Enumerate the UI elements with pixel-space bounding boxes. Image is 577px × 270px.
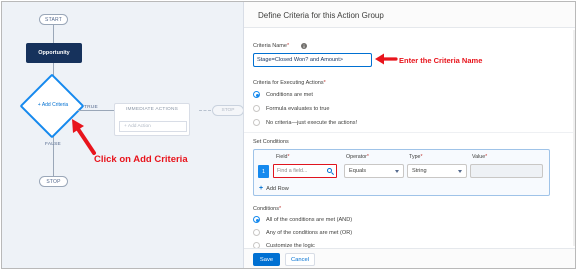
field-search-input[interactable]: Find a field... — [273, 164, 337, 178]
criteria-name-input[interactable]: Stage=Closed Won? and Amount> — [253, 53, 372, 67]
immediate-actions-box: IMMEDIATE ACTIONS + Add Action — [114, 103, 190, 136]
process-canvas: START Opportunity + Add Criteria TRUE FA… — [2, 2, 243, 268]
criteria-name-label: Criteria Name* — [253, 43, 290, 49]
radio-label: Formula evaluates to true — [266, 105, 330, 112]
save-button[interactable]: Save — [253, 253, 280, 266]
column-header-operator: Operator* — [346, 154, 369, 160]
operator-select[interactable]: Equals — [344, 164, 404, 178]
radio-icon[interactable] — [253, 105, 260, 112]
define-criteria-panel: Define Criteria for this Action Group Cr… — [243, 2, 575, 268]
row-number-badge: 1 — [258, 165, 269, 178]
column-header-text: Operator — [346, 154, 367, 160]
red-arrow-icon — [72, 119, 96, 155]
stop-node: STOP — [39, 176, 68, 187]
value-input[interactable] — [470, 164, 543, 178]
immediate-actions-title: IMMEDIATE ACTIONS — [125, 107, 179, 112]
annotation-enter-criteria-name: Enter the Criteria Name — [399, 56, 483, 65]
cancel-button[interactable]: Cancel — [285, 253, 315, 266]
annotation-click-add-criteria: Click on Add Criteria — [94, 154, 188, 165]
radio-all-conditions[interactable]: All of the conditions are met (AND) — [253, 216, 352, 223]
false-branch-label: FALSE — [45, 142, 61, 147]
radio-label: Conditions are met — [266, 91, 313, 98]
search-icon[interactable] — [327, 168, 332, 173]
stop-node-faint: STOP — [212, 105, 243, 116]
plus-icon[interactable]: + — [259, 185, 263, 192]
radio-selected-icon[interactable] — [253, 216, 260, 223]
conditions-label: Conditions* — [253, 206, 282, 212]
column-header-text: Type — [409, 154, 421, 160]
radio-label: Any of the conditions are met (OR) — [266, 229, 353, 236]
column-header-value: Value* — [472, 154, 488, 160]
radio-icon[interactable] — [253, 119, 260, 126]
column-header-text: Value — [472, 154, 486, 160]
object-node-opportunity[interactable]: Opportunity — [26, 43, 82, 63]
true-branch-label: TRUE — [84, 105, 98, 110]
connector-dashed-line — [199, 110, 211, 111]
add-action-button[interactable]: + Add Action — [119, 121, 187, 132]
column-header-text: Field — [276, 154, 288, 160]
column-header-field: Field* — [276, 154, 290, 160]
conditions-label-text: Conditions — [253, 206, 279, 212]
type-select[interactable]: String — [407, 164, 467, 178]
radio-selected-icon[interactable] — [253, 91, 260, 98]
add-row-label: Add Row — [266, 185, 289, 192]
executing-actions-label: Criteria for Executing Actions* — [253, 80, 326, 86]
operator-value: Equals — [349, 168, 367, 174]
panel-title: Define Criteria for this Action Group — [258, 11, 384, 20]
radio-formula-true[interactable]: Formula evaluates to true — [253, 105, 329, 112]
set-conditions-label: Set Conditions — [253, 139, 289, 145]
radio-label: All of the conditions are met (AND) — [266, 216, 353, 223]
radio-label: No criteria—just execute the actions! — [266, 119, 358, 126]
add-row-button[interactable]: + Add Row — [259, 185, 289, 192]
field-placeholder: Find a field... — [277, 168, 308, 174]
type-value: String — [412, 168, 427, 174]
criteria-name-label-text: Criteria Name — [253, 43, 287, 49]
panel-header: Define Criteria for this Action Group — [244, 2, 575, 28]
conditions-table: Field* Operator* Type* Value* 1 Find a f… — [253, 149, 550, 196]
chevron-down-icon[interactable] — [395, 170, 399, 173]
executing-actions-label-text: Criteria for Executing Actions — [253, 80, 324, 86]
add-criteria-button[interactable]: + Add Criteria — [27, 100, 79, 110]
chevron-down-icon[interactable] — [458, 170, 462, 173]
section-divider — [244, 132, 575, 133]
panel-scrollbar[interactable] — [573, 30, 575, 246]
panel-footer: Save Cancel — [244, 248, 575, 268]
connector-line — [53, 25, 54, 43]
info-icon[interactable]: i — [301, 43, 307, 49]
radio-icon[interactable] — [253, 229, 260, 236]
radio-conditions-met[interactable]: Conditions are met — [253, 91, 313, 98]
process-builder-window: START Opportunity + Add Criteria TRUE FA… — [1, 1, 576, 269]
true-branch-line — [77, 110, 114, 111]
radio-no-criteria[interactable]: No criteria—just execute the actions! — [253, 119, 357, 126]
column-header-type: Type* — [409, 154, 423, 160]
start-node: START — [39, 14, 68, 25]
radio-any-conditions[interactable]: Any of the conditions are met (OR) — [253, 229, 352, 236]
red-arrow-icon — [375, 53, 398, 65]
